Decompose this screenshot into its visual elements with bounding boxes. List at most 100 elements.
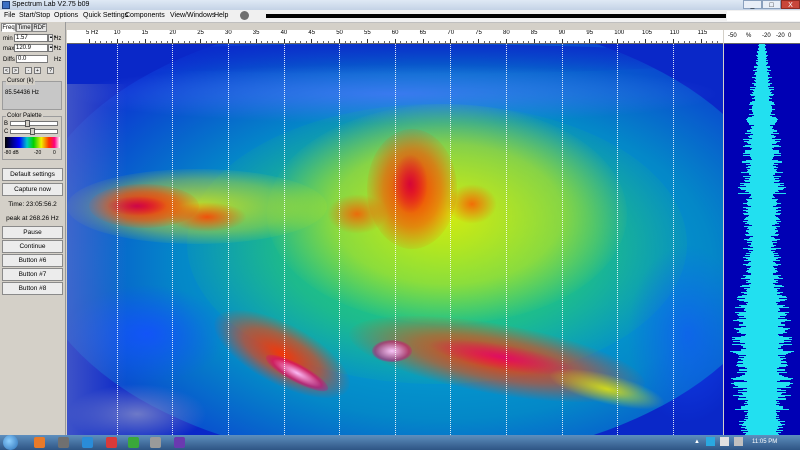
menu-view-windows[interactable]: View/Windows — [170, 11, 215, 21]
spectrogram-waterfall[interactable] — [67, 44, 723, 435]
menu-help[interactable]: Help — [214, 11, 228, 21]
freq-minor-tick — [139, 41, 141, 43]
freq-tick-label: 10 — [113, 30, 121, 36]
tray-network-icon[interactable] — [706, 437, 715, 446]
menu-options[interactable]: Options — [54, 11, 78, 21]
step-left-button[interactable]: < — [3, 67, 10, 74]
menu-start-stop[interactable]: Start/Stop — [19, 11, 50, 21]
tab-rdf[interactable]: RDF — [32, 23, 47, 32]
freq-tick-label: 45 — [308, 30, 316, 36]
freq-minor-tick — [261, 41, 263, 43]
max-freq-spinner[interactable]: ▲▼ — [48, 44, 57, 52]
freq-tick-mark — [200, 39, 202, 43]
spectrum-lab-taskbar-icon[interactable] — [174, 437, 185, 448]
grid-line — [283, 44, 285, 435]
freq-minor-tick — [105, 41, 107, 43]
freq-minor-tick — [122, 41, 124, 43]
button-6[interactable]: Button #6 — [2, 254, 63, 267]
freq-tick-label: 35 — [252, 30, 260, 36]
freq-minor-tick — [166, 41, 168, 43]
freq-tick-mark — [672, 39, 674, 43]
freq-minor-tick — [517, 41, 519, 43]
step-right-button[interactable]: > — [12, 67, 19, 74]
pause-button[interactable]: Pause — [2, 226, 63, 239]
tray-arrow-icon[interactable]: ▲ — [694, 439, 700, 445]
capture-now-button[interactable]: Capture now — [2, 183, 63, 196]
freq-minor-tick — [483, 41, 485, 43]
zoom-out-button[interactable]: - — [25, 67, 32, 74]
freq-minor-tick — [417, 41, 419, 43]
freq-minor-tick — [622, 41, 624, 43]
tray-volume-icon[interactable] — [734, 437, 743, 446]
menu-quick-settings[interactable]: Quick Settings — [83, 11, 128, 21]
freq-minor-tick — [556, 41, 558, 43]
peak-display: peak at 268.26 Hz — [6, 215, 59, 222]
min-freq-spinner[interactable]: ▲▼ — [48, 34, 57, 42]
default-settings-button[interactable]: Default settings — [2, 168, 63, 181]
freq-minor-tick — [639, 41, 641, 43]
app-gray-icon[interactable] — [150, 437, 161, 448]
title-bar: Spectrum Lab V2.75 b09 _ □ X — [0, 0, 800, 10]
freq-tick-label: 90 — [558, 30, 566, 36]
brightness-slider[interactable] — [10, 121, 58, 126]
frequency-scale[interactable]: 5 Hz 10 15 20 25 30 35 40 45 50 55 60 65 70 75 80 85 90 95… — [67, 30, 723, 44]
app-icon — [2, 1, 10, 9]
max-freq-input[interactable]: 120.9 — [14, 44, 48, 52]
freq-tick-label: 40 — [280, 30, 288, 36]
max-unit-label: Hz — [54, 46, 62, 52]
freq-tick-mark — [478, 39, 480, 43]
diff-input[interactable]: 0.0 — [16, 55, 48, 63]
min-freq-input[interactable]: 1.57 — [14, 34, 48, 42]
freq-minor-tick — [266, 41, 268, 43]
freq-minor-tick — [650, 41, 652, 43]
freq-minor-tick — [355, 41, 357, 43]
freq-tick-mark — [506, 39, 507, 43]
freq-minor-tick — [133, 41, 135, 43]
grid-line — [450, 44, 452, 435]
app-green-icon[interactable] — [128, 437, 139, 448]
freq-minor-tick — [439, 41, 441, 43]
freq-minor-tick — [372, 41, 374, 43]
maximize-button[interactable]: □ — [762, 0, 781, 9]
app-red-icon[interactable] — [106, 437, 117, 448]
contrast-slider-thumb[interactable] — [30, 128, 35, 135]
browser-icon[interactable] — [34, 437, 45, 448]
spectrum-trace[interactable] — [724, 44, 800, 435]
menu-file[interactable]: File — [4, 11, 15, 21]
tools-icon[interactable] — [58, 437, 69, 448]
zoom-in-button[interactable]: + — [34, 67, 41, 74]
tray-flag-icon[interactable] — [720, 437, 729, 446]
palette-min-label: -80 dB — [4, 150, 19, 156]
brightness-label: B — [4, 121, 9, 127]
freq-minor-tick — [389, 41, 391, 43]
help-button[interactable]: ? — [47, 67, 54, 74]
freq-tick-mark — [339, 39, 341, 43]
button-8[interactable]: Button #8 — [2, 282, 63, 295]
media-icon[interactable] — [82, 437, 93, 448]
freq-minor-tick — [239, 41, 241, 43]
start-button-icon[interactable] — [3, 435, 18, 450]
tab-time[interactable]: Time — [16, 23, 32, 32]
freq-tick-mark — [561, 39, 563, 43]
taskbar-clock[interactable]: 11:05 PM — [752, 439, 777, 445]
level-tick-label: % — [746, 33, 752, 39]
freq-minor-tick — [250, 41, 252, 43]
menu-components[interactable]: Components — [125, 11, 165, 21]
grid-line — [672, 44, 674, 435]
button-7[interactable]: Button #7 — [2, 268, 63, 281]
freq-minor-tick — [428, 41, 430, 43]
center-red-spot-2 — [447, 184, 497, 224]
continue-button[interactable]: Continue — [2, 240, 63, 253]
max-label: max — [3, 46, 15, 52]
close-button[interactable]: X — [781, 0, 800, 9]
freq-minor-tick — [472, 41, 474, 43]
freq-tick-mark — [700, 39, 702, 43]
center-magenta-core — [392, 154, 428, 214]
freq-minor-tick — [678, 41, 680, 43]
lower-center-peak — [372, 340, 412, 362]
color-palette-group: Color Palette B C -80 dB -20 0 — [2, 113, 62, 160]
brightness-slider-thumb[interactable] — [25, 120, 30, 127]
tab-freq[interactable]: Freq — [1, 23, 16, 32]
freq-tick-mark — [116, 39, 118, 43]
minimize-button[interactable]: _ — [743, 0, 762, 9]
